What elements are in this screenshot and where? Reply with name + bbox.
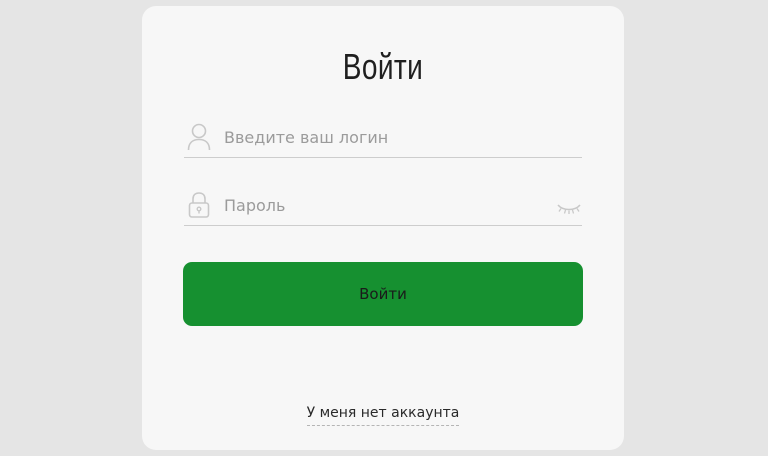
user-icon bbox=[186, 122, 212, 152]
no-account-link[interactable]: У меня нет аккаунта bbox=[306, 405, 460, 426]
login-card: Войти Введите ваш логин Войти У меня нет… bbox=[142, 6, 624, 450]
password-input[interactable] bbox=[224, 188, 544, 222]
password-field bbox=[184, 186, 582, 226]
login-button[interactable]: Войти bbox=[183, 262, 583, 326]
register-link-container: У меня нет аккаунта bbox=[142, 402, 624, 426]
page-title: Войти bbox=[342, 46, 424, 87]
eye-closed-icon[interactable] bbox=[556, 200, 582, 214]
login-field bbox=[184, 118, 582, 158]
lock-icon bbox=[186, 190, 212, 220]
login-input[interactable] bbox=[224, 120, 544, 154]
